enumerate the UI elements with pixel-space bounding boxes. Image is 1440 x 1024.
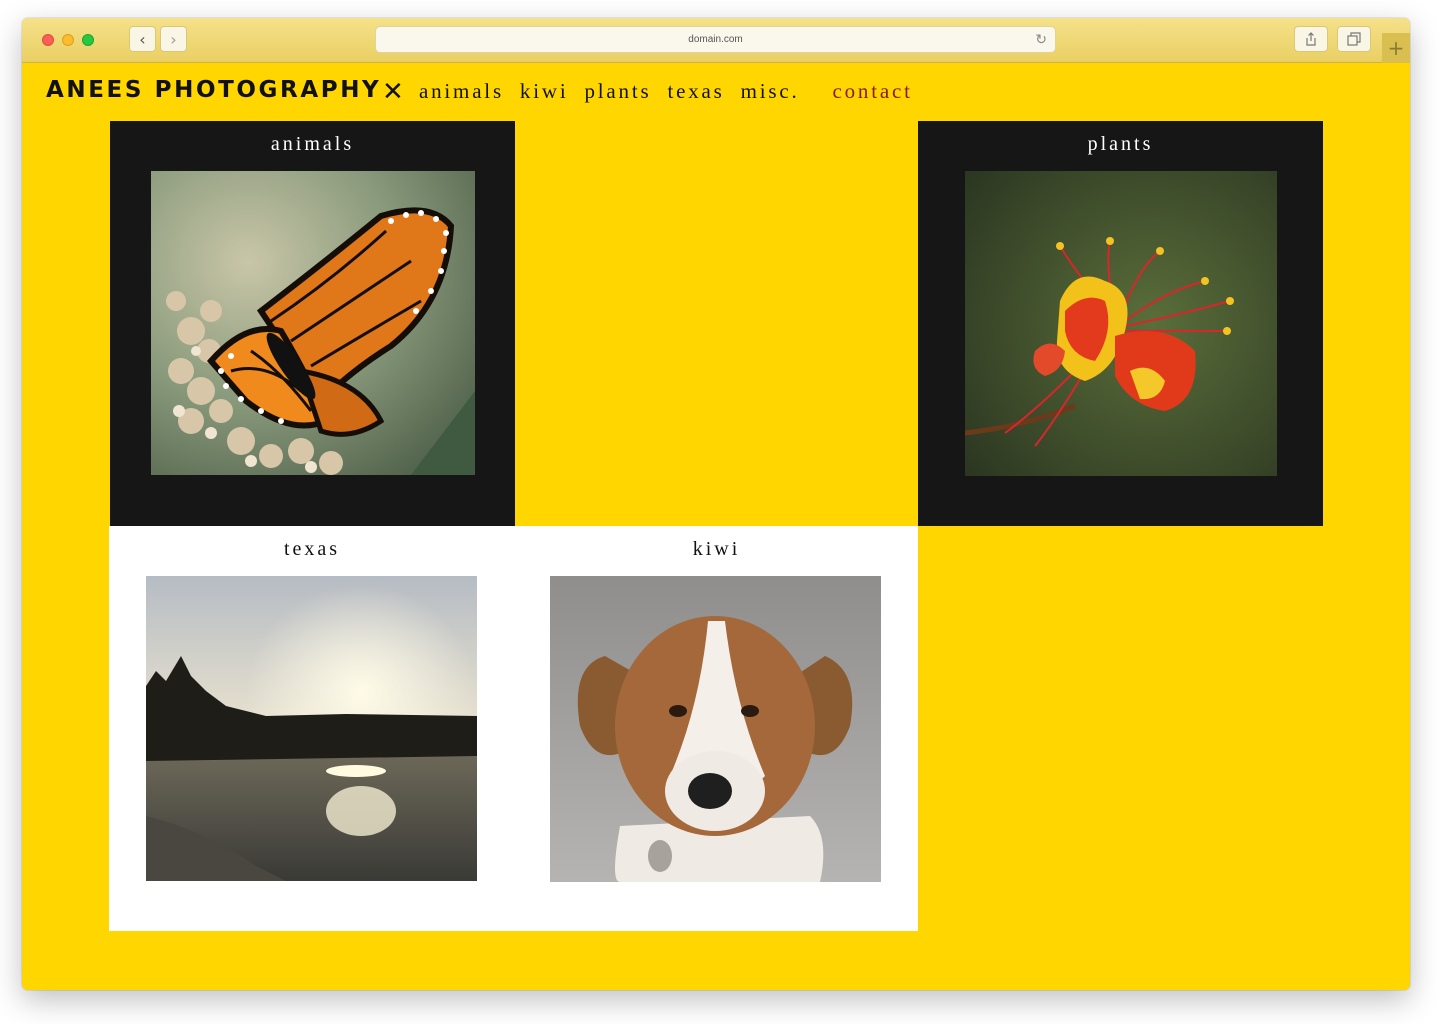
new-tab-button[interactable]: + (1382, 33, 1410, 63)
nav-link-texas[interactable]: texas (667, 79, 724, 104)
tile-title: kiwi (692, 538, 741, 560)
forward-button[interactable]: › (160, 26, 187, 52)
close-menu-icon[interactable]: ✕ (382, 77, 404, 107)
zoom-window-button[interactable] (82, 34, 94, 46)
tile-title: plants (1087, 133, 1154, 155)
browser-toolbar: ‹ › domain.com ↻ (22, 18, 1410, 63)
back-button[interactable]: ‹ (129, 26, 156, 52)
nav-link-plants[interactable]: plants (584, 79, 651, 104)
reload-icon[interactable]: ↻ (1035, 31, 1047, 48)
nav-link-contact[interactable]: contact (833, 79, 913, 104)
close-window-button[interactable] (42, 34, 54, 46)
gallery-tile-plants[interactable]: plants (918, 121, 1323, 526)
flower-photo[interactable] (965, 171, 1277, 476)
address-bar[interactable]: domain.com ↻ (375, 26, 1056, 53)
puppy-photo[interactable] (550, 576, 881, 882)
puppy-image (550, 576, 881, 882)
gallery-tile-texas[interactable]: texas (109, 526, 515, 931)
share-icon (1306, 32, 1316, 46)
sunset-image (146, 576, 477, 881)
tabs-icon (1347, 32, 1361, 46)
chevron-right-icon: › (170, 29, 177, 49)
nav-link-animals[interactable]: animals (419, 79, 504, 104)
url-text: domain.com (688, 34, 743, 45)
chevron-left-icon: ‹ (139, 29, 146, 49)
gallery-tile-animals[interactable]: animals (110, 121, 515, 526)
site-nav: animals kiwi plants texas misc. contact (419, 79, 929, 104)
tile-title: animals (270, 133, 355, 155)
plus-icon: + (1387, 36, 1405, 60)
nav-link-kiwi[interactable]: kiwi (520, 79, 569, 104)
tile-title: texas (283, 538, 341, 560)
browser-window: ‹ › domain.com ↻ + ANEES PHOTOGRAPHY ✕ a… (22, 18, 1410, 990)
butterfly-image (151, 171, 475, 475)
sunset-photo[interactable] (146, 576, 477, 881)
site-brand[interactable]: ANEES PHOTOGRAPHY (46, 77, 381, 103)
gallery-tile-kiwi[interactable]: kiwi (515, 526, 918, 931)
minimize-window-button[interactable] (62, 34, 74, 46)
butterfly-photo[interactable] (151, 171, 475, 475)
page-content: ANEES PHOTOGRAPHY ✕ animals kiwi plants … (22, 63, 1410, 990)
nav-link-misc[interactable]: misc. (741, 79, 800, 104)
share-button[interactable] (1294, 26, 1328, 52)
flower-image (965, 171, 1277, 476)
show-tabs-button[interactable] (1337, 26, 1371, 52)
